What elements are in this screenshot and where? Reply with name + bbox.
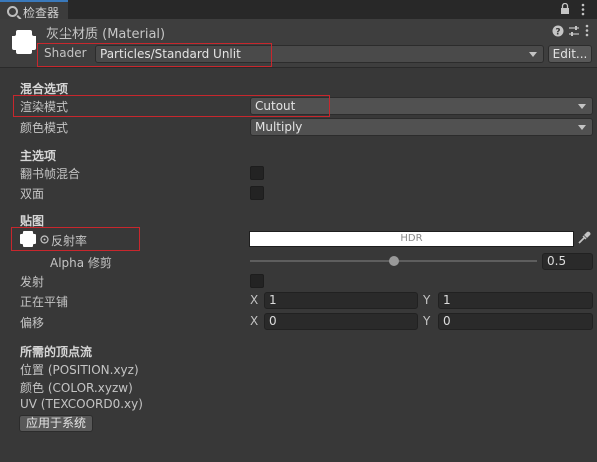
emission-checkbox[interactable] [250,274,264,288]
flipbook-blending-checkbox[interactable] [250,166,264,180]
alpha-cutoff-slider-thumb[interactable] [389,256,399,266]
eyedropper-icon[interactable] [577,231,591,245]
albedo-color-field[interactable]: HDR [249,231,574,247]
two-sided-checkbox[interactable] [250,186,264,200]
tiling-x-axis-label: X [250,293,259,307]
offset-y-input[interactable]: 0 [438,313,593,330]
inspector-search-icon [7,6,18,17]
offset-y-axis-label: Y [423,314,431,328]
section-vertex-streams: 所需的顶点流 [20,345,93,359]
color-mode-value: Multiply [255,120,303,134]
two-sided-label: 双面 [20,187,45,201]
material-header: 灰尘材质 (Material) ? Shader Particles/Stand… [0,19,597,68]
stream-color: 颜色 (COLOR.xyzw) [20,381,133,395]
albedo-hdr-text: HDR [400,233,423,244]
tab-inspector[interactable]: 检查器 [0,0,68,20]
stream-position: 位置 (POSITION.xyz) [20,363,139,377]
tiling-x-input[interactable]: 1 [264,292,418,309]
tiling-label: 正在平铺 [20,295,69,309]
emission-label: 发射 [20,275,45,289]
component-menu-icon[interactable] [584,24,590,37]
shader-dropdown-chevron-icon [529,52,537,57]
alpha-cutoff-label: Alpha 修剪 [50,256,112,270]
offset-x-axis-label: X [250,314,259,328]
apply-to-systems-button[interactable]: 应用于系统 [19,415,93,432]
offset-x-input[interactable]: 0 [264,313,418,330]
color-mode-label: 颜色模式 [20,121,69,135]
render-mode-highlight-box [13,95,330,117]
render-mode-chevron-icon [578,104,586,109]
offset-label: 偏移 [20,316,45,330]
color-mode-chevron-icon [578,125,586,130]
flipbook-blending-label: 翻书帧混合 [20,167,81,181]
more-options-icon[interactable] [580,3,586,16]
svg-text:?: ? [555,28,560,38]
shader-edit-button[interactable]: Edit... [548,45,592,63]
albedo-highlight-box [11,227,140,251]
stream-uv: UV (TEXCOORD0.xy) [20,397,143,411]
section-main-options: 主选项 [20,149,57,163]
color-mode-dropdown[interactable]: Multiply [250,118,593,136]
tiling-y-axis-label: Y [423,293,431,307]
shader-highlight-box [37,43,272,67]
tiling-y-input[interactable]: 1 [438,292,593,309]
preset-settings-icon[interactable] [568,25,580,37]
lock-icon[interactable] [560,3,570,15]
material-title: 灰尘材质 (Material) [46,27,166,42]
material-preview-icon [12,30,36,54]
alpha-cutoff-input[interactable]: 0.5 [542,253,593,270]
help-icon[interactable]: ? [552,25,564,37]
tab-bar: 检查器 [0,0,597,20]
